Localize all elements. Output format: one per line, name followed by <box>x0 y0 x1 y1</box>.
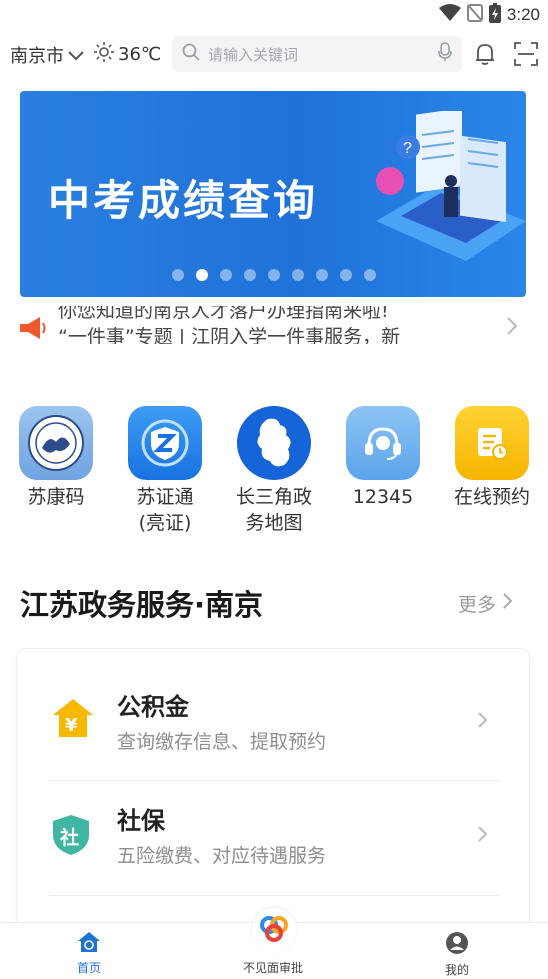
headset-icon <box>346 406 420 480</box>
notice-line-2: “一件事”专题 | 江阴入学一件事服务，新 <box>58 326 401 344</box>
banner-carousel[interactable]: 中考成绩查询 ? <box>20 91 526 297</box>
shield-z-icon <box>128 406 202 480</box>
map-icon <box>237 406 311 480</box>
section-title: 江苏政务服务·南京 <box>20 588 264 622</box>
more-link[interactable]: 更多 <box>458 590 513 617</box>
city-name: 南京市 <box>10 46 64 67</box>
service-row-housing-fund[interactable]: ¥ 公积金 查询缴存信息、提取预约 <box>17 667 531 779</box>
divider <box>49 895 499 896</box>
quick-service-label: 12345 <box>352 486 414 508</box>
quick-service-suzhengtong[interactable]: 苏证通 (亮证) <box>110 406 220 536</box>
banner-title: 中考成绩查询 <box>48 176 319 225</box>
service-title: 社保 <box>117 807 165 835</box>
notice-line-1: 你您知道的南京人才落户办理指南来啦! <box>58 306 389 322</box>
carousel-dot[interactable] <box>172 269 184 281</box>
no-meeting-approval-button[interactable] <box>252 908 296 952</box>
carousel-dot[interactable] <box>364 269 376 281</box>
city-selector[interactable]: 南京市 <box>10 42 84 68</box>
quick-service-label: 苏证通 (亮证) <box>110 484 220 536</box>
tab-label: 我的 <box>444 963 469 977</box>
quick-service-label: 在线预约 <box>453 486 530 508</box>
quick-service-sukangma[interactable]: 苏康码 <box>1 406 111 510</box>
chevron-right-icon <box>502 592 513 615</box>
bell-icon[interactable] <box>474 42 496 70</box>
home-icon <box>77 932 101 956</box>
megaphone-icon <box>18 316 48 344</box>
shield-she-icon: 社 <box>51 813 91 861</box>
svg-text:¥: ¥ <box>65 715 78 736</box>
chevron-right-icon[interactable] <box>506 316 518 340</box>
chevron-down-icon <box>68 45 84 66</box>
notice-ticker[interactable]: 你您知道的南京人才落户办理指南来啦! “一件事”专题 | 江阴入学一件事服务，新 <box>0 306 548 346</box>
carousel-dot[interactable] <box>244 269 256 281</box>
mic-icon[interactable] <box>438 42 452 66</box>
battery-charging-icon <box>488 3 501 27</box>
carousel-dot[interactable] <box>316 269 328 281</box>
sun-icon <box>94 42 114 67</box>
tab-home[interactable]: 首页 <box>39 931 139 976</box>
calendar-clock-icon <box>455 406 529 480</box>
service-subtitle: 查询缴存信息、提取预约 <box>117 731 327 753</box>
search-input[interactable]: 请输入关键词 <box>172 36 462 72</box>
temperature: 36℃ <box>118 44 162 65</box>
quick-service-label: 长三角政 务地图 <box>219 484 329 536</box>
search-placeholder: 请输入关键词 <box>208 45 299 64</box>
quick-service-label-line1: 长三角政 <box>235 486 312 508</box>
service-title: 公积金 <box>117 693 189 721</box>
divider <box>49 780 499 781</box>
quick-service-label-line2: (亮证) <box>138 512 192 534</box>
carousel-dot-active[interactable] <box>196 269 208 281</box>
tab-label: 不见面审批 <box>242 961 303 975</box>
carousel-dot[interactable] <box>340 269 352 281</box>
quick-service-online-booking[interactable]: 在线预约 <box>437 406 547 510</box>
search-icon <box>182 43 200 65</box>
svg-text:?: ? <box>403 140 412 157</box>
carousel-dot[interactable] <box>268 269 280 281</box>
status-bar: 3:20 <box>0 0 548 30</box>
approval-logo-icon <box>257 913 291 947</box>
sukangma-emblem-icon <box>19 406 93 480</box>
wifi-icon <box>438 4 461 26</box>
quick-service-label-line2: 务地图 <box>245 512 303 534</box>
chevron-right-icon <box>477 825 488 847</box>
scan-icon[interactable] <box>514 42 538 70</box>
chevron-right-icon <box>477 711 488 733</box>
quick-service-12345[interactable]: 12345 <box>328 406 438 510</box>
quick-service-label: 苏康码 <box>27 486 85 508</box>
weather: 36℃ <box>94 42 161 67</box>
tab-me[interactable]: 我的 <box>407 931 507 978</box>
quick-services: 苏康码 苏证通 (亮证) 长三角政 务地图 12345 在线预约 <box>0 406 548 546</box>
no-sim-icon <box>466 4 483 26</box>
quick-service-label-line1: 苏证通 <box>136 486 194 508</box>
carousel-dot[interactable] <box>220 269 232 281</box>
service-subtitle: 五险缴费、对应待遇服务 <box>117 845 327 867</box>
user-icon <box>445 932 469 958</box>
carousel-dots <box>172 269 376 281</box>
tab-label: 首页 <box>76 961 101 975</box>
quick-service-yrd-map[interactable]: 长三角政 务地图 <box>219 406 329 536</box>
header: 南京市 36℃ 请输入关键词 <box>0 34 548 74</box>
tab-no-meeting-approval[interactable]: 不见面审批 <box>223 959 323 976</box>
house-yuan-icon: ¥ <box>51 697 95 743</box>
more-label: 更多 <box>458 594 497 616</box>
carousel-dot[interactable] <box>292 269 304 281</box>
notice-text: 你您知道的南京人才落户办理指南来啦! “一件事”专题 | 江阴入学一件事服务，新 <box>58 306 468 344</box>
service-row-social-security[interactable]: 社 社保 五险缴费、对应待遇服务 <box>17 783 531 895</box>
status-time: 3:20 <box>506 5 540 24</box>
exam-results-illustration: ? <box>356 108 526 265</box>
svg-text:社: 社 <box>59 826 79 849</box>
